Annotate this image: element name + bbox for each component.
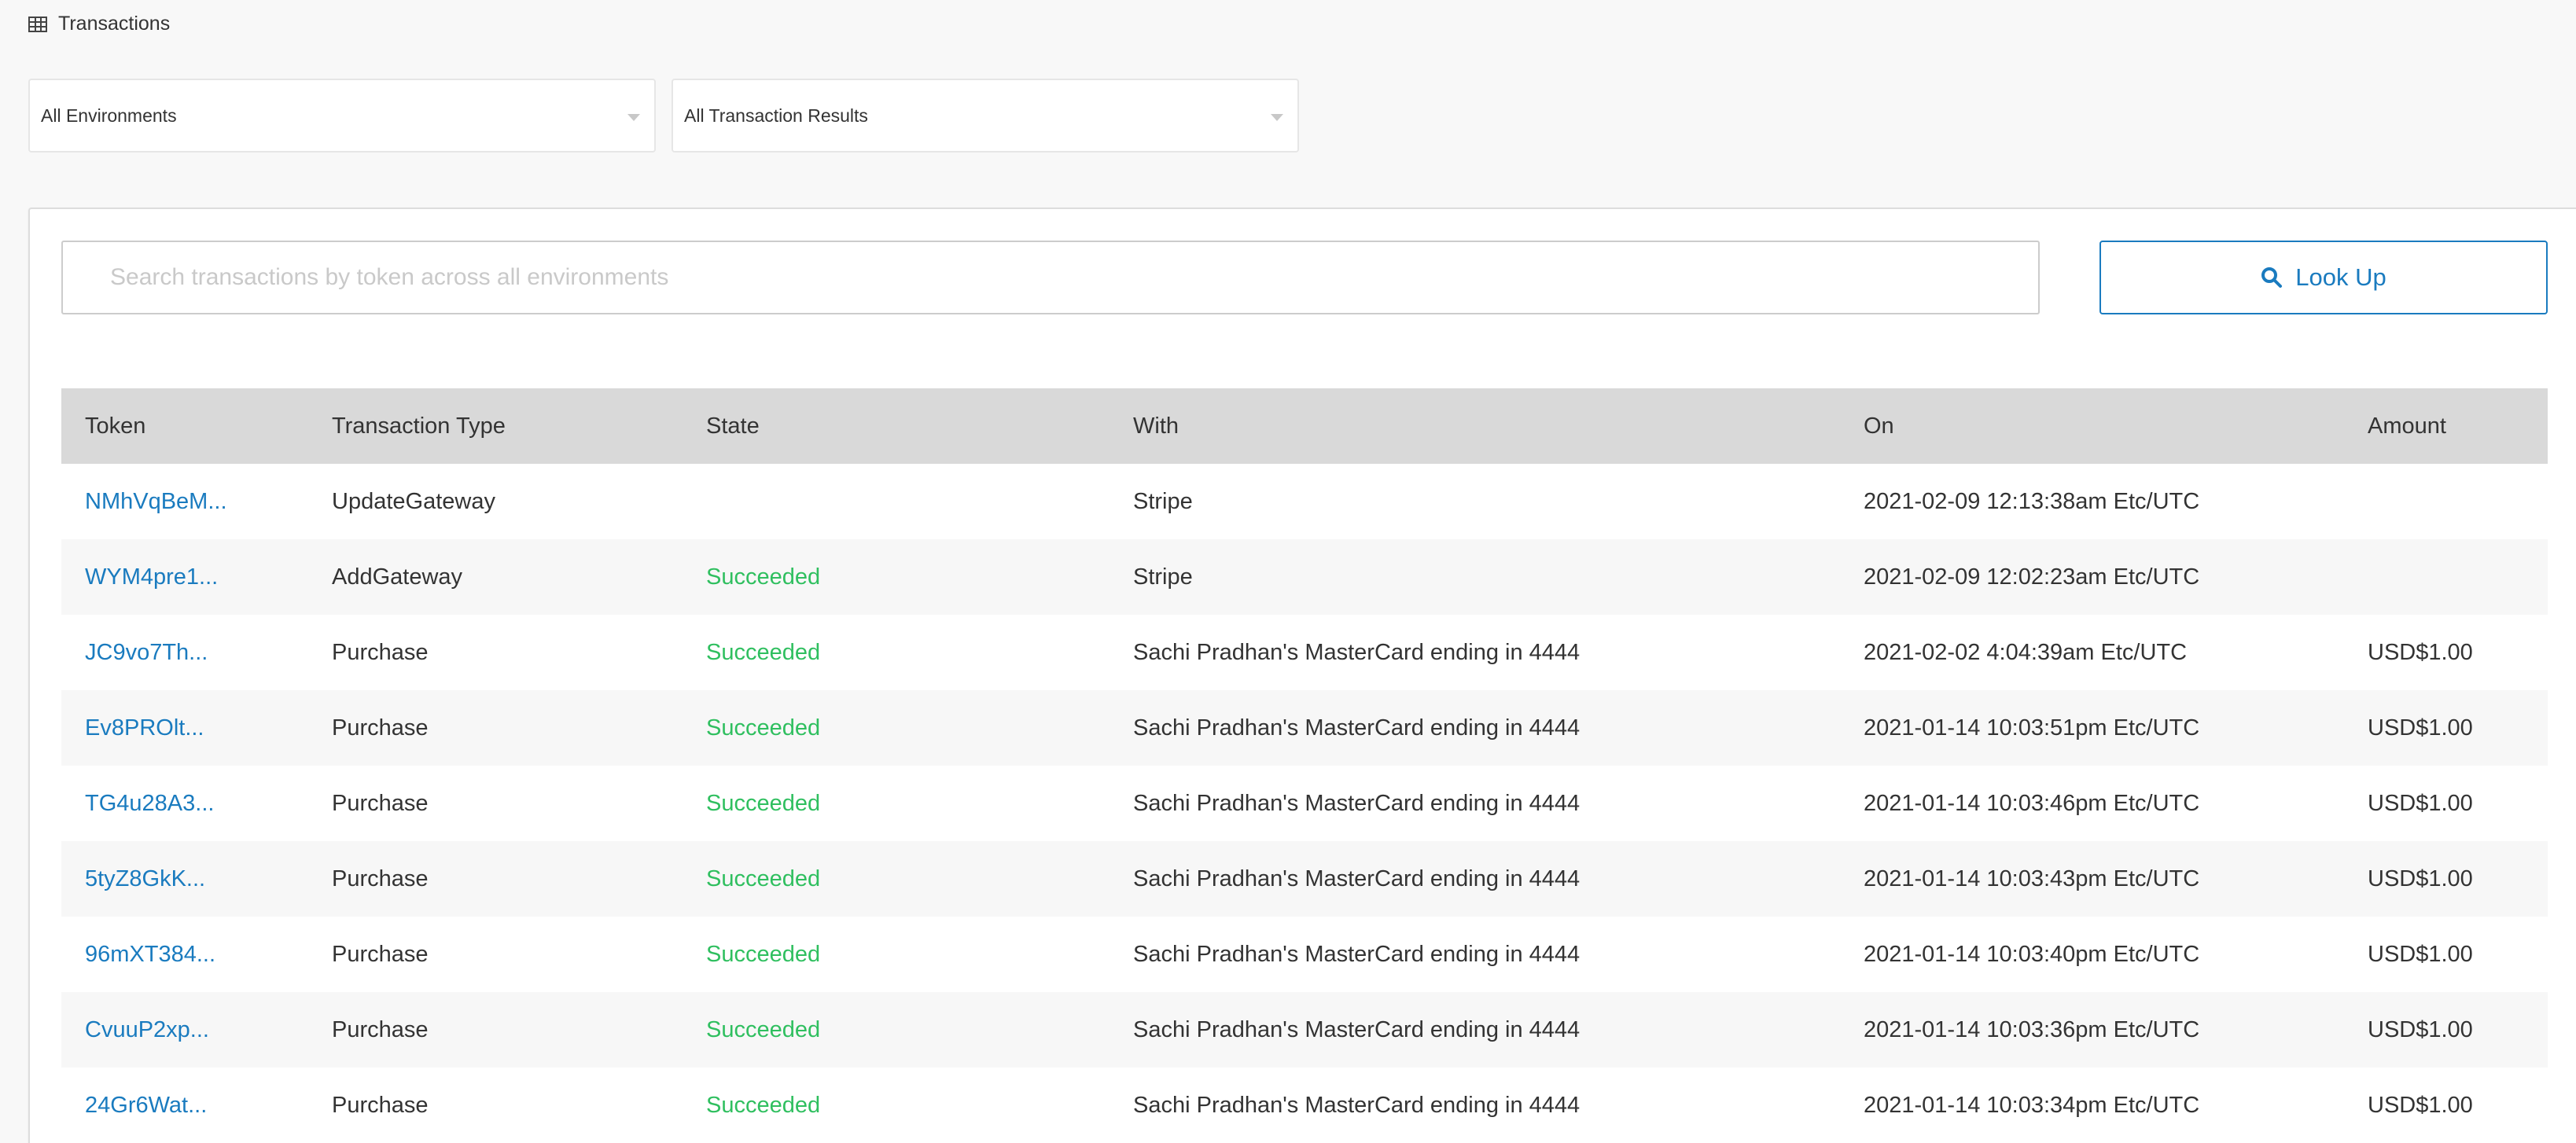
transactions-table-wrapper: Token Transaction Type State With On Amo…	[61, 388, 2548, 1143]
amount-cell: USD$1.00	[2368, 639, 2473, 665]
column-header-token[interactable]: Token	[61, 388, 308, 464]
state-cell: Succeeded	[706, 866, 821, 891]
table-row[interactable]: CvuuP2xp... Purchase Succeeded Sachi Pra…	[61, 992, 2548, 1068]
transaction-type-cell: Purchase	[332, 790, 429, 816]
on-cell: 2021-02-09 12:13:38am Etc/UTC	[1864, 488, 2200, 514]
token-search-input[interactable]	[61, 241, 2040, 314]
table-row[interactable]: NMhVqBeM... UpdateGateway Stripe 2021-02…	[61, 464, 2548, 539]
page-title: Transactions	[58, 13, 171, 35]
on-cell: 2021-01-14 10:03:34pm Etc/UTC	[1864, 1092, 2200, 1118]
table-body: NMhVqBeM... UpdateGateway Stripe 2021-02…	[61, 464, 2548, 1143]
transaction-result-select-value: All Transaction Results	[684, 105, 868, 126]
token-link[interactable]: 24Gr6Wat...	[61, 1068, 308, 1143]
transactions-panel: Look Up Token Transaction Type State	[28, 208, 2576, 1143]
column-header-with[interactable]: With	[1110, 388, 1840, 464]
amount-cell	[2344, 539, 2548, 615]
transaction-type-cell: Purchase	[332, 715, 429, 741]
state-cell: Succeeded	[706, 790, 821, 816]
look-up-button[interactable]: Look Up	[2099, 241, 2548, 314]
amount-cell: USD$1.00	[2368, 866, 2473, 891]
transactions-table: Token Transaction Type State With On Amo…	[61, 388, 2548, 1143]
on-cell: 2021-01-14 10:03:43pm Etc/UTC	[1864, 866, 2200, 891]
amount-cell: USD$1.00	[2368, 715, 2473, 741]
amount-cell: USD$1.00	[2368, 1092, 2473, 1118]
page: Transactions All Environments All Transa…	[0, 0, 2576, 1143]
with-cell: Stripe	[1133, 488, 1193, 514]
with-cell: Sachi Pradhan's MasterCard ending in 444…	[1133, 790, 1581, 816]
on-cell: 2021-02-02 4:04:39am Etc/UTC	[1864, 639, 2188, 665]
token-link[interactable]: 96mXT384...	[61, 917, 308, 992]
transaction-type-cell: Purchase	[332, 639, 429, 665]
on-cell: 2021-01-14 10:03:36pm Etc/UTC	[1864, 1016, 2200, 1042]
state-cell: Succeeded	[706, 639, 821, 665]
table-row[interactable]: TG4u28A3... Purchase Succeeded Sachi Pra…	[61, 766, 2548, 841]
with-cell: Sachi Pradhan's MasterCard ending in 444…	[1133, 639, 1581, 665]
transaction-type-cell: Purchase	[332, 1016, 429, 1042]
on-cell: 2021-01-14 10:03:40pm Etc/UTC	[1864, 941, 2200, 967]
with-cell: Sachi Pradhan's MasterCard ending in 444…	[1133, 941, 1581, 967]
column-header-state[interactable]: State	[683, 388, 1110, 464]
environment-select[interactable]: All Environments	[28, 79, 656, 153]
table-header: Token Transaction Type State With On Amo…	[61, 388, 2548, 464]
table-row[interactable]: 96mXT384... Purchase Succeeded Sachi Pra…	[61, 917, 2548, 992]
state-cell	[683, 464, 1110, 539]
with-cell: Sachi Pradhan's MasterCard ending in 444…	[1133, 1016, 1581, 1042]
table-row[interactable]: 24Gr6Wat... Purchase Succeeded Sachi Pra…	[61, 1068, 2548, 1143]
caret-down-icon	[1271, 113, 1283, 121]
token-link[interactable]: TG4u28A3...	[61, 766, 308, 841]
token-link[interactable]: NMhVqBeM...	[61, 464, 308, 539]
on-cell: 2021-01-14 10:03:51pm Etc/UTC	[1864, 715, 2200, 741]
column-header-amount[interactable]: Amount	[2344, 388, 2548, 464]
column-header-transaction-type[interactable]: Transaction Type	[308, 388, 683, 464]
table-row[interactable]: WYM4pre1... AddGateway Succeeded Stripe …	[61, 539, 2548, 615]
table-row[interactable]: 5tyZ8GkK... Purchase Succeeded Sachi Pra…	[61, 841, 2548, 917]
filter-bar: All Environments All Transaction Results	[28, 79, 1299, 153]
table-row[interactable]: Ev8PROlt... Purchase Succeeded Sachi Pra…	[61, 690, 2548, 766]
with-cell: Stripe	[1133, 564, 1193, 590]
state-cell: Succeeded	[706, 564, 821, 590]
on-cell: 2021-01-14 10:03:46pm Etc/UTC	[1864, 790, 2200, 816]
transaction-type-cell: Purchase	[332, 941, 429, 967]
amount-cell	[2344, 464, 2548, 539]
transaction-type-cell: AddGateway	[332, 564, 463, 590]
token-link[interactable]: Ev8PROlt...	[61, 690, 308, 766]
token-link[interactable]: 5tyZ8GkK...	[61, 841, 308, 917]
environment-select-value: All Environments	[41, 105, 177, 126]
transaction-type-cell: Purchase	[332, 1092, 429, 1118]
transaction-result-select[interactable]: All Transaction Results	[672, 79, 1299, 153]
with-cell: Sachi Pradhan's MasterCard ending in 444…	[1133, 715, 1581, 741]
token-link[interactable]: WYM4pre1...	[61, 539, 308, 615]
amount-cell: USD$1.00	[2368, 941, 2473, 967]
caret-down-icon	[627, 113, 640, 121]
state-cell: Succeeded	[706, 1092, 821, 1118]
page-header: Transactions	[28, 13, 170, 35]
search-icon	[2261, 267, 2283, 288]
token-link[interactable]: CvuuP2xp...	[61, 992, 308, 1068]
table-header-row: Token Transaction Type State With On Amo…	[61, 388, 2548, 464]
amount-cell: USD$1.00	[2368, 790, 2473, 816]
on-cell: 2021-02-09 12:02:23am Etc/UTC	[1864, 564, 2200, 590]
state-cell: Succeeded	[706, 1016, 821, 1042]
transaction-type-cell: Purchase	[332, 866, 429, 891]
column-header-on[interactable]: On	[1840, 388, 2344, 464]
with-cell: Sachi Pradhan's MasterCard ending in 444…	[1133, 1092, 1581, 1118]
state-cell: Succeeded	[706, 941, 821, 967]
transaction-type-cell: UpdateGateway	[332, 488, 495, 514]
state-cell: Succeeded	[706, 715, 821, 741]
table-row[interactable]: JC9vo7Th... Purchase Succeeded Sachi Pra…	[61, 615, 2548, 690]
token-link[interactable]: JC9vo7Th...	[61, 615, 308, 690]
look-up-button-label: Look Up	[2295, 263, 2386, 291]
amount-cell: USD$1.00	[2368, 1016, 2473, 1042]
with-cell: Sachi Pradhan's MasterCard ending in 444…	[1133, 866, 1581, 891]
table-grid-icon	[28, 16, 47, 32]
